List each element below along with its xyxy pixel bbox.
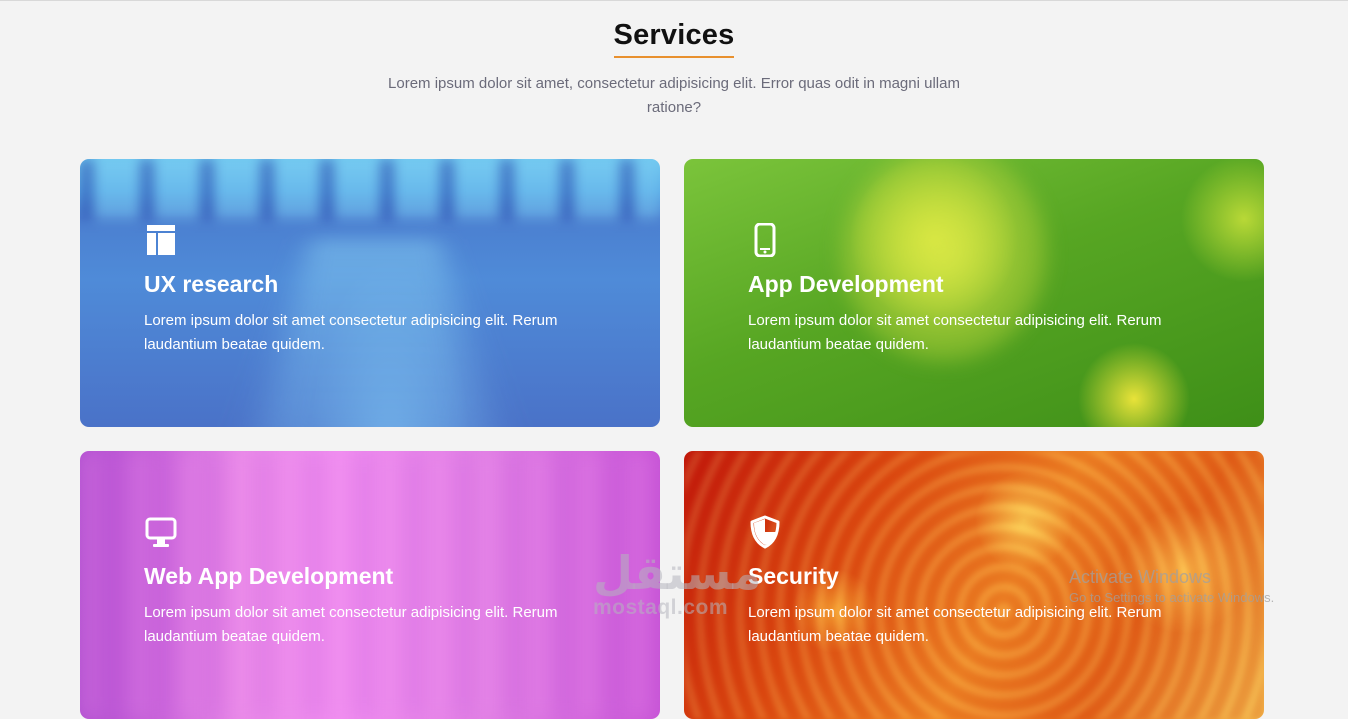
layout-icon xyxy=(147,225,175,255)
service-title: UX research xyxy=(144,271,279,297)
brand-watermark-arabic: مستقل xyxy=(593,547,762,599)
service-card-web-app-development[interactable]: Web App Development Lorem ipsum dolor si… xyxy=(80,451,660,719)
brand-watermark-latin: mostaql.com xyxy=(593,596,729,619)
activate-windows-title: Activate Windows xyxy=(1069,567,1212,587)
service-title: Web App Development xyxy=(144,563,394,589)
service-description: Lorem ipsum dolor sit amet consectetur a… xyxy=(144,312,558,353)
brand-watermark: مستقل mostaql.com xyxy=(593,549,761,619)
section-title: Services xyxy=(613,19,735,58)
desktop-monitor-icon xyxy=(145,517,177,547)
section-subtitle: Lorem ipsum dolor sit amet, consectetur … xyxy=(388,75,960,116)
activate-windows-notice: Activate Windows Go to Settings to activ… xyxy=(1069,566,1274,608)
service-title: App Development xyxy=(748,271,944,297)
mobile-phone-icon xyxy=(754,223,776,257)
service-description: Lorem ipsum dolor sit amet consectetur a… xyxy=(144,604,558,645)
service-card-app-development[interactable]: App Development Lorem ipsum dolor sit am… xyxy=(684,159,1264,427)
service-description: Lorem ipsum dolor sit amet consectetur a… xyxy=(748,312,1162,353)
activate-windows-message: Go to Settings to activate Windows. xyxy=(1069,590,1275,605)
service-card-ux-research[interactable]: UX research Lorem ipsum dolor sit amet c… xyxy=(80,159,660,427)
section-header: Services xyxy=(0,19,1348,58)
shield-icon xyxy=(750,515,780,549)
service-description: Lorem ipsum dolor sit amet consectetur a… xyxy=(748,604,1162,645)
